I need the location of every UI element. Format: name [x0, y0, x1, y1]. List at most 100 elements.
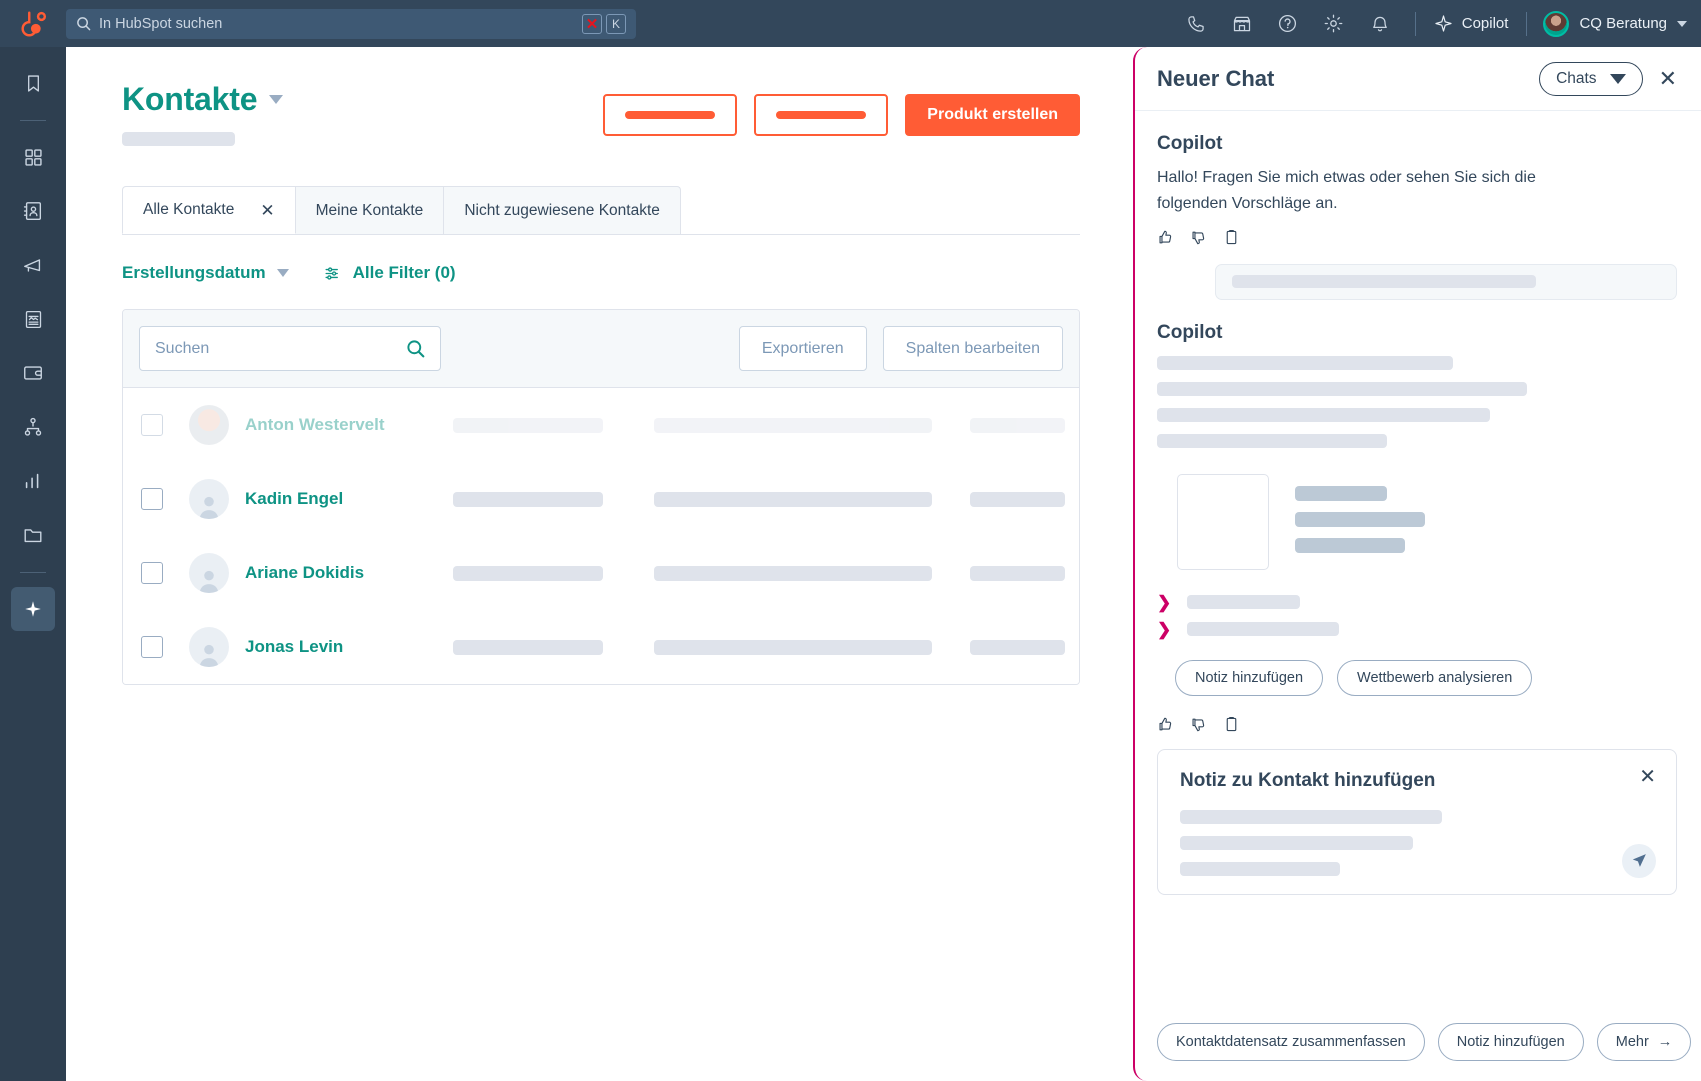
- text-placeholder: [1180, 835, 1413, 850]
- thumbs-down-icon[interactable]: [1190, 229, 1207, 246]
- chip-notiz-hinzufuegen[interactable]: Notiz hinzufügen: [1175, 659, 1324, 696]
- chats-dropdown[interactable]: Chats: [1539, 61, 1643, 96]
- person-placeholder-icon: [199, 496, 219, 519]
- cell-placeholder: [970, 417, 1065, 433]
- sidebar-item-bookmark[interactable]: [11, 61, 55, 105]
- sidebar-item-content[interactable]: [11, 297, 55, 341]
- suggestion-card[interactable]: [1215, 263, 1677, 300]
- search-icon[interactable]: [406, 339, 425, 358]
- copy-clipboard-icon[interactable]: [1223, 229, 1240, 246]
- sidebar-item-library[interactable]: [11, 513, 55, 557]
- all-filters-button[interactable]: Alle Filter (0): [323, 263, 456, 283]
- sidebar-item-workspaces[interactable]: [11, 135, 55, 179]
- sidebar-item-marketing[interactable]: [11, 243, 55, 287]
- contact-name[interactable]: Anton Westervelt: [245, 415, 423, 435]
- thumbs-up-icon[interactable]: [1157, 229, 1174, 246]
- automation-icon: [24, 417, 42, 436]
- rail-divider-top: [20, 120, 46, 121]
- suggested-action-chips: Notiz hinzufügen Wettbewerb analysieren: [1175, 659, 1677, 696]
- edit-columns-button[interactable]: Spalten bearbeiten: [882, 326, 1063, 371]
- search-icon: [77, 17, 91, 31]
- sidebar-item-commerce[interactable]: [11, 351, 55, 395]
- row-checkbox[interactable]: [141, 488, 163, 510]
- contacts-table: Suchen Exportieren Spalten bearbeiten An…: [122, 309, 1080, 685]
- button-label-placeholder: [776, 111, 867, 119]
- text-placeholder: [1187, 622, 1340, 637]
- list-item[interactable]: ❯: [1157, 621, 1677, 638]
- search-clear-badge[interactable]: ✕: [582, 13, 602, 34]
- account-menu[interactable]: CQ Beratung: [1539, 10, 1687, 37]
- view-tabs: Alle Kontakte ✕ Meine Kontakte Nicht zug…: [122, 186, 1080, 235]
- text-placeholder: [1157, 355, 1453, 370]
- person-placeholder-icon: [199, 570, 219, 593]
- text-placeholder: [1157, 433, 1387, 448]
- chats-dropdown-label: Chats: [1556, 69, 1597, 87]
- create-product-button[interactable]: Produkt erstellen: [905, 94, 1080, 136]
- tab-meine-kontakte[interactable]: Meine Kontakte: [295, 186, 445, 234]
- list-item[interactable]: ❯: [1157, 594, 1677, 611]
- close-icon[interactable]: ✕: [260, 202, 274, 219]
- chevron-down-icon: [276, 269, 289, 277]
- cell-placeholder: [453, 417, 603, 433]
- copilot-sparkle-icon: [1435, 15, 1452, 32]
- thumbs-down-icon[interactable]: [1190, 716, 1207, 733]
- table-row[interactable]: Jonas Levin: [123, 610, 1079, 684]
- contacts-icon: [23, 202, 42, 220]
- chip-kontaktdatensatz-zusammenfassen[interactable]: Kontaktdatensatz zusammenfassen: [1157, 1023, 1425, 1061]
- tab-alle-kontakte[interactable]: Alle Kontakte ✕: [122, 186, 296, 234]
- sidebar-item-reporting[interactable]: [11, 459, 55, 503]
- settings-gear-icon[interactable]: [1311, 0, 1357, 47]
- cell-placeholder: [453, 491, 603, 507]
- phone-icon[interactable]: [1173, 0, 1219, 47]
- chip-notiz-hinzufuegen[interactable]: Notiz hinzufügen: [1437, 1023, 1584, 1061]
- message-feedback-row: [1157, 716, 1677, 733]
- copy-clipboard-icon[interactable]: [1223, 716, 1240, 733]
- sidebar-item-copilot[interactable]: [11, 587, 55, 631]
- bullet-list: ❯ ❯: [1157, 594, 1677, 638]
- chip-mehr[interactable]: Mehr →: [1596, 1023, 1692, 1061]
- close-icon[interactable]: ✕: [1659, 67, 1677, 90]
- close-icon[interactable]: ✕: [1639, 767, 1656, 787]
- row-checkbox[interactable]: [141, 562, 163, 584]
- chevron-right-icon: ❯: [1157, 619, 1172, 639]
- tab-nicht-zugewiesene-kontakte[interactable]: Nicht zugewiesene Kontakte: [444, 186, 681, 234]
- hubspot-sprocket-logo[interactable]: [0, 0, 66, 47]
- page-title-row[interactable]: Kontakte: [122, 81, 284, 118]
- secondary-action-button-1[interactable]: [603, 94, 738, 136]
- notifications-bell-icon[interactable]: [1357, 0, 1403, 47]
- secondary-action-button-2[interactable]: [754, 94, 889, 136]
- contact-name[interactable]: Jonas Levin: [245, 637, 423, 657]
- row-checkbox[interactable]: [141, 636, 163, 658]
- table-row[interactable]: Anton Westervelt: [123, 388, 1079, 462]
- main-content-area: Kontakte Produkt erstellen Alle Kontakte…: [66, 47, 1136, 1081]
- row-checkbox[interactable]: [141, 414, 163, 436]
- text-placeholder: [1295, 537, 1405, 553]
- copilot-button[interactable]: Copilot: [1428, 14, 1515, 33]
- message-feedback-row: [1157, 229, 1677, 246]
- thumbs-up-icon[interactable]: [1157, 716, 1174, 733]
- sidebar-item-contacts[interactable]: [11, 189, 55, 233]
- cell-placeholder: [654, 491, 932, 507]
- avatar: [1543, 10, 1570, 37]
- export-button[interactable]: Exportieren: [738, 326, 867, 371]
- sidebar-item-automation[interactable]: [11, 405, 55, 449]
- contact-name[interactable]: Kadin Engel: [245, 489, 423, 509]
- page-header-actions: Produkt erstellen: [603, 81, 1080, 136]
- chip-wettbewerb-analysieren[interactable]: Wettbewerb analysieren: [1337, 659, 1533, 696]
- cell-placeholder: [453, 565, 603, 581]
- help-icon[interactable]: [1265, 0, 1311, 47]
- text-placeholder: [1157, 407, 1490, 422]
- global-search-input[interactable]: In HubSpot suchen ✕ K: [66, 8, 636, 39]
- send-button[interactable]: [1622, 843, 1656, 878]
- tab-label: Alle Kontakte: [143, 201, 235, 218]
- date-filter-dropdown[interactable]: Erstellungsdatum: [122, 263, 289, 283]
- person-placeholder-icon: [199, 644, 219, 667]
- table-row[interactable]: Kadin Engel: [123, 462, 1079, 536]
- contact-name[interactable]: Ariane Dokidis: [245, 563, 423, 583]
- table-row[interactable]: Ariane Dokidis: [123, 536, 1079, 610]
- search-shortcut-group: ✕ K: [582, 13, 626, 34]
- marketplace-icon[interactable]: [1219, 0, 1265, 47]
- note-composer-body[interactable]: [1180, 809, 1654, 876]
- chevron-down-icon[interactable]: [269, 95, 284, 104]
- search-input[interactable]: Suchen: [139, 326, 441, 371]
